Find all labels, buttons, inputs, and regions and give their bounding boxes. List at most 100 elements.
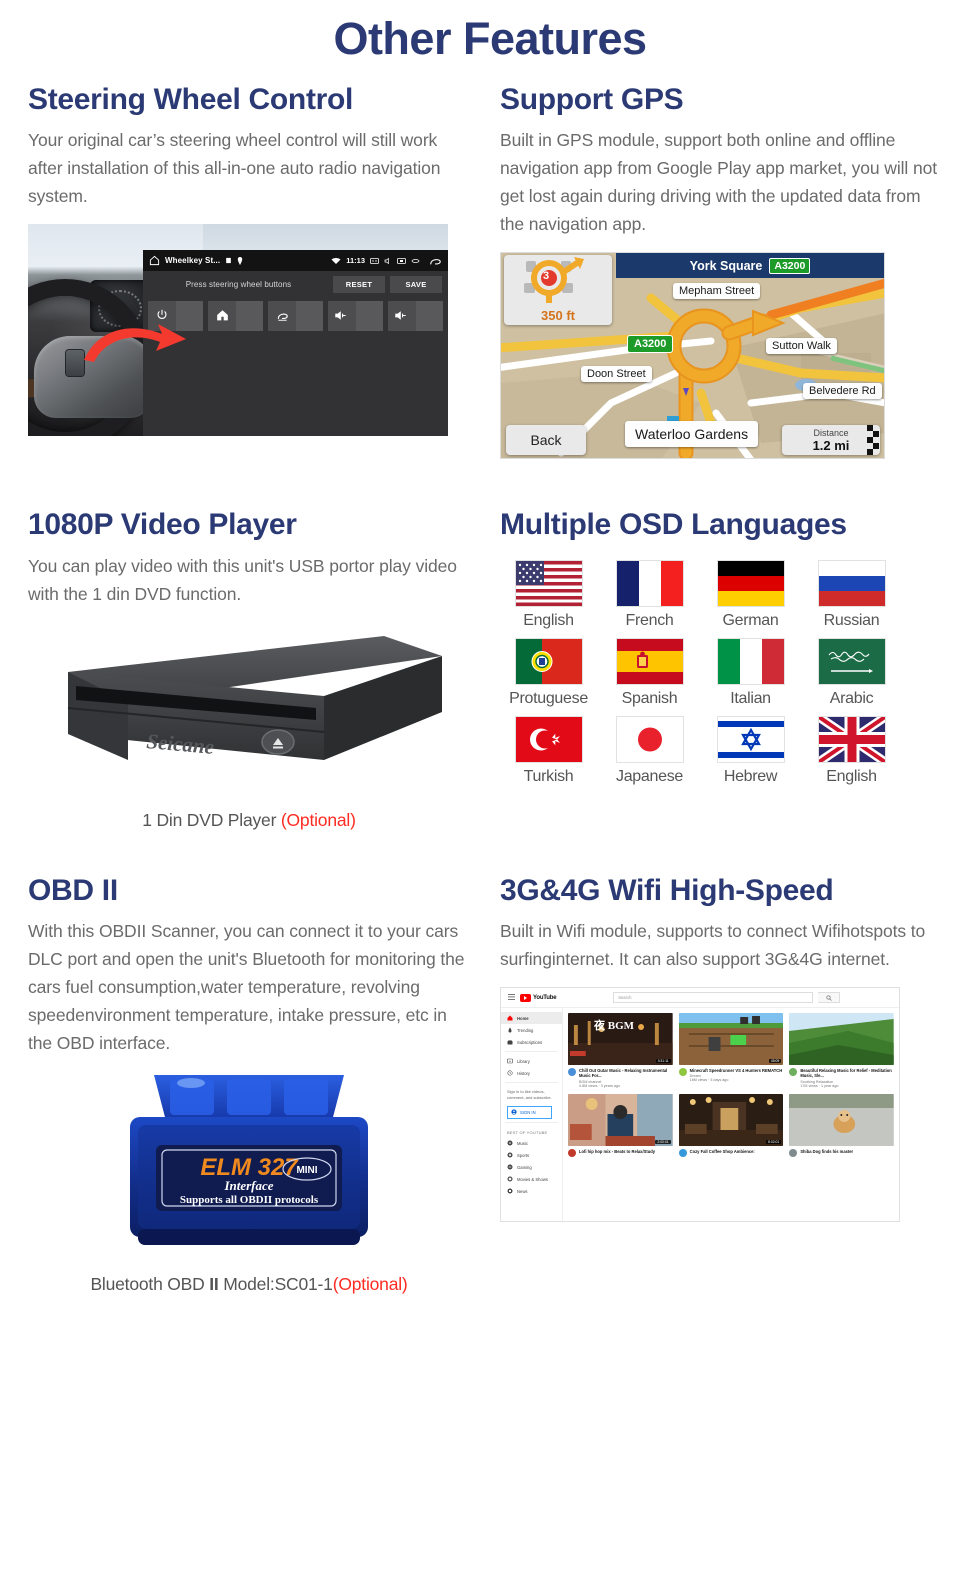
language-label: Protuguese: [509, 689, 588, 707]
video-card[interactable]: 夜 BGM 3:31:11 Chill Out Gutar Music - Re…: [568, 1013, 673, 1088]
language-item[interactable]: French: [601, 559, 698, 630]
elm-caption-optional: (Optional): [332, 1274, 408, 1295]
distance-label: Distance: [813, 427, 849, 438]
section-title: Support GPS: [500, 82, 684, 116]
sidebar-item-history[interactable]: History: [501, 1067, 562, 1079]
section-title: Steering Wheel Control: [28, 82, 354, 116]
news-icon: [507, 1188, 513, 1194]
sidebar-item-subscriptions[interactable]: Subscriptions: [501, 1036, 562, 1048]
map-label-belvedere-rd: Belvedere Rd: [803, 383, 882, 400]
flag-il-icon: [716, 715, 785, 763]
category-item-gaming[interactable]: Gaming: [501, 1161, 562, 1173]
language-item[interactable]: Russian: [803, 559, 900, 630]
hamburger-menu-icon[interactable]: [508, 994, 515, 1001]
language-item[interactable]: Hebrew: [702, 715, 799, 786]
video-card[interactable]: Beautiful Relaxing Music for Relief - Me…: [789, 1013, 894, 1088]
video-duration: 2:00:01: [655, 1139, 671, 1144]
elm-mini-text: MINI: [296, 1165, 317, 1176]
language-label: Japanese: [616, 767, 683, 785]
gps-back-button[interactable]: Back: [506, 425, 586, 456]
gaming-icon: [507, 1164, 513, 1170]
section-body: With this OBDII Scanner, you can connect…: [28, 921, 465, 1054]
map-label-mepham-street: Mepham Street: [673, 283, 761, 300]
flag-pt-icon: [514, 637, 583, 685]
video-duration: 8:02:01: [766, 1139, 782, 1144]
section-body: Your original car’s steering wheel contr…: [28, 130, 441, 207]
video-views: 16M views · 5 days ago: [689, 1078, 729, 1083]
category-item-news[interactable]: News: [501, 1185, 562, 1197]
video-card[interactable]: 2:00:01 Lofi hip hop mix - Beats to Rela…: [568, 1093, 673, 1157]
wheelkey-toolbar: Press steering wheel buttons RESET SAVE: [143, 271, 448, 298]
map-label-a3200: A3200: [627, 335, 674, 354]
section-obd-ii: OBD II With this OBDII Scanner, you can …: [0, 873, 500, 1296]
search-input[interactable]: Search: [613, 992, 814, 1004]
back-icon[interactable]: [429, 256, 442, 266]
signin-button[interactable]: SIGN IN: [507, 1106, 552, 1120]
sidebar-item-trending[interactable]: Trending: [501, 1024, 562, 1036]
library-icon: [507, 1058, 513, 1064]
language-item[interactable]: Japanese: [601, 715, 698, 786]
key-slot[interactable]: [268, 301, 323, 332]
video-card[interactable]: Shiba Dog finds his master: [789, 1093, 894, 1157]
reset-button[interactable]: RESET: [333, 275, 385, 293]
category-item-sports[interactable]: Sports: [501, 1149, 562, 1161]
screenshot-icon[interactable]: [370, 257, 379, 265]
language-item[interactable]: Spanish: [601, 637, 698, 708]
account-icon: [511, 1109, 517, 1116]
language-label: Turkish: [523, 767, 574, 785]
apps-icon[interactable]: [397, 257, 406, 265]
language-item[interactable]: Arabic: [803, 637, 900, 708]
category-label: Movies & Shows: [517, 1176, 548, 1182]
video-duration: 3:31:11: [655, 1059, 671, 1064]
category-item-music[interactable]: Music: [501, 1137, 562, 1149]
youtube-play-icon: [520, 993, 531, 1002]
flag-it-icon: [716, 637, 785, 685]
checkered-flag-icon: [867, 425, 879, 456]
key-slot[interactable]: [388, 301, 443, 332]
flag-sa-icon: [817, 637, 886, 685]
save-button[interactable]: SAVE: [390, 275, 442, 293]
flag-es-icon: [615, 637, 684, 685]
language-item[interactable]: German: [702, 559, 799, 630]
key-slot[interactable]: [328, 301, 383, 332]
search-icon[interactable]: [818, 992, 841, 1004]
language-item[interactable]: Turkish: [500, 715, 597, 786]
sidebar-item-library[interactable]: Library: [501, 1055, 562, 1067]
channel-avatar: [568, 1148, 576, 1157]
video-card[interactable]: 45:09 Minecraft Speedrunner VS 4 Hunters…: [678, 1013, 784, 1087]
language-label: Hebrew: [723, 767, 778, 785]
youtube-logo[interactable]: YouTube: [520, 993, 557, 1002]
video-title: Lofi hip hop mix - Beats to Relax/Study: [579, 1148, 655, 1154]
volume-icon[interactable]: [384, 257, 392, 265]
language-flag-grid: English French German Russian Protuguese…: [500, 559, 900, 786]
elm327-photo: ELM 327 MINI Interface Supports all OBDI…: [94, 1069, 404, 1264]
wifi-icon: [331, 257, 341, 265]
language-label: Italian: [730, 689, 771, 707]
category-label: Gaming: [517, 1164, 532, 1170]
signin-prompt: Sign in to like videos, comment, and sub…: [507, 1089, 552, 1101]
dvd-caption-optional: (Optional): [280, 809, 356, 830]
language-item[interactable]: English: [500, 559, 597, 630]
home-icon: [208, 309, 236, 324]
language-item[interactable]: English: [803, 715, 900, 786]
gps-distance-panel: Distance 1.2 mi: [782, 425, 880, 456]
sports-icon: [507, 1152, 513, 1158]
section-title: 1080P Video Player: [28, 508, 297, 542]
sidebar-item-home[interactable]: Home: [501, 1012, 562, 1025]
section-title: OBD II: [28, 873, 118, 907]
category-label: Sports: [517, 1152, 530, 1158]
category-item-movies[interactable]: Movies & Shows: [501, 1173, 562, 1185]
dvd-player-graphic: Seicane: [67, 635, 442, 760]
gps-navigation-screenshot: York Square A3200 3 350 ft Mepham Street…: [500, 252, 885, 460]
volume-up-icon: [388, 309, 416, 324]
home-icon[interactable]: [149, 255, 160, 266]
roundabout-icon: [524, 257, 584, 304]
language-item[interactable]: Protuguese: [500, 637, 597, 708]
video-card[interactable]: 8:02:01 Cozy Fall Coffee Shop Ambience:: [678, 1093, 784, 1157]
recent-apps-icon[interactable]: [411, 258, 420, 264]
video-views: 4.8M views · 3 years ago: [579, 1083, 620, 1088]
language-item[interactable]: Italian: [702, 637, 799, 708]
volume-up-icon: [328, 309, 356, 324]
key-slot[interactable]: [208, 301, 263, 332]
category-label: Music: [517, 1140, 528, 1146]
